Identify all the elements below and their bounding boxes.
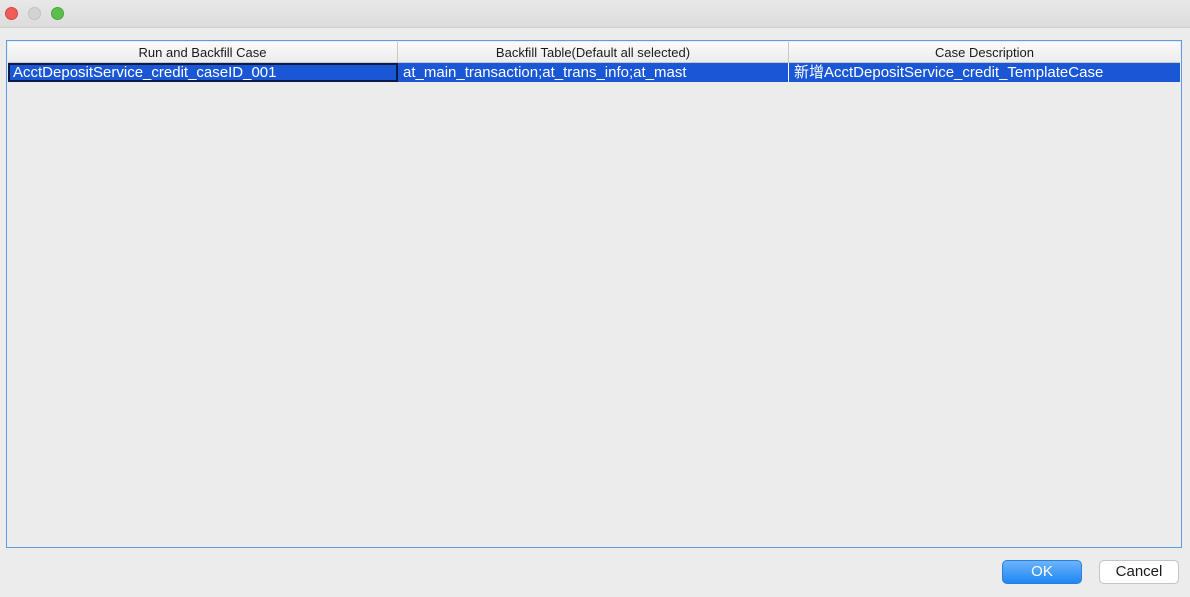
title-bar xyxy=(0,0,1190,28)
dialog-window: Run and Backfill Case Backfill Table(Def… xyxy=(0,0,1190,597)
column-header-case-description[interactable]: Case Description xyxy=(789,42,1180,62)
table-row[interactable]: AcctDepositService_credit_caseID_001 at_… xyxy=(8,63,1180,82)
zoom-window-icon[interactable] xyxy=(51,7,64,20)
cell-case-description[interactable]: 新增AcctDepositService_credit_TemplateCase xyxy=(789,63,1180,82)
column-header-run-and-backfill-case[interactable]: Run and Backfill Case xyxy=(8,42,398,62)
case-table[interactable]: Run and Backfill Case Backfill Table(Def… xyxy=(6,40,1182,548)
ok-button[interactable]: OK xyxy=(1002,560,1082,584)
column-header-backfill-table[interactable]: Backfill Table(Default all selected) xyxy=(398,42,789,62)
minimize-window-icon[interactable] xyxy=(28,7,41,20)
close-window-icon[interactable] xyxy=(5,7,18,20)
cell-case[interactable]: AcctDepositService_credit_caseID_001 xyxy=(8,63,398,82)
table-header: Run and Backfill Case Backfill Table(Def… xyxy=(8,42,1180,63)
cell-backfill-tables[interactable]: at_main_transaction;at_trans_info;at_mas… xyxy=(398,63,789,82)
cancel-button[interactable]: Cancel xyxy=(1099,560,1179,584)
